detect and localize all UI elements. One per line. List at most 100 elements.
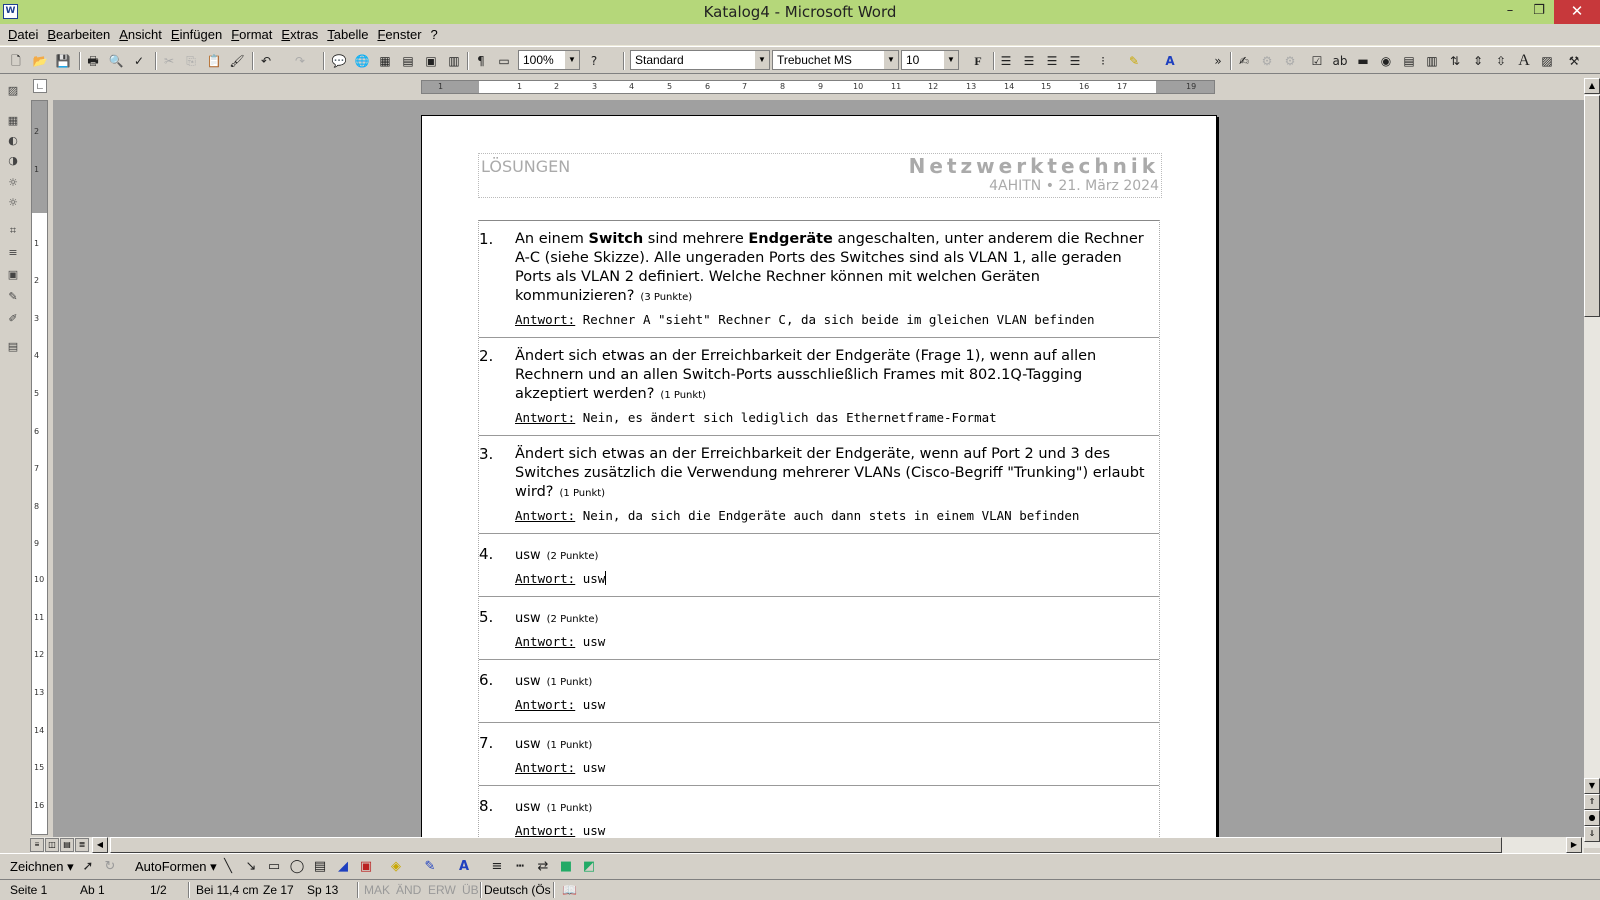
answer-line[interactable]: Antwort: Nein, es ändert sich lediglich …	[515, 409, 1155, 427]
answer-line[interactable]: Antwort: usw	[515, 633, 1155, 651]
label-control-icon[interactable]: A	[1514, 51, 1534, 71]
menu-einfuegen[interactable]: Einfügen	[171, 27, 222, 42]
scroll-up-button[interactable]: ▲	[1584, 78, 1600, 94]
answer-line[interactable]: Antwort: usw	[515, 759, 1155, 777]
scroll-down-button[interactable]: ▼	[1584, 778, 1600, 794]
more-buttons-icon[interactable]: »	[1208, 51, 1228, 71]
columns-icon[interactable]: ▥	[444, 51, 464, 71]
arrow-tool-icon[interactable]: ↘	[241, 857, 261, 877]
menu-help[interactable]: ?	[431, 27, 438, 42]
answer-text[interactable]: Rechner A "sieht" Rechner C, da sich bei…	[583, 312, 1095, 327]
next-page-button[interactable]: ⇓	[1584, 826, 1600, 842]
horizontal-scroll-thumb[interactable]	[110, 837, 1502, 853]
question-row[interactable]: 7. usw (1 Punkt) Antwort: usw	[479, 723, 1159, 786]
textfield-control-icon[interactable]: ab	[1330, 51, 1350, 71]
question-row[interactable]: 4. usw (2 Punkte) Antwort: usw	[479, 534, 1159, 597]
hyperlink-icon[interactable]: 🌐	[352, 51, 372, 71]
print-icon[interactable]: 🖶	[83, 51, 103, 71]
justify-icon[interactable]: ☰	[1065, 51, 1085, 71]
forms-design-icon[interactable]: ✍	[1234, 51, 1254, 71]
toolbar-options-icon[interactable]: ⚒	[1564, 51, 1584, 71]
copy-icon[interactable]: ⎘	[181, 51, 201, 71]
status-extend[interactable]: ERW	[428, 883, 456, 897]
question-text[interactable]: usw (1 Punkt)	[515, 798, 1155, 818]
menu-extras[interactable]: Extras	[281, 27, 318, 42]
question-text[interactable]: usw (2 Punkte)	[515, 546, 1155, 566]
scroll-right-button[interactable]: ▶	[1566, 837, 1582, 853]
align-left-icon[interactable]: ☰	[996, 51, 1016, 71]
forms-tool-icon[interactable]: ⚙	[1280, 51, 1300, 71]
bold-button[interactable]: F	[968, 51, 988, 71]
status-language[interactable]: Deutsch (Ös	[484, 883, 551, 897]
close-window-button[interactable]: ✕	[1554, 0, 1600, 24]
answer-line[interactable]: Antwort: usw	[515, 696, 1155, 714]
insert-picture-icon[interactable]: ▨	[4, 82, 22, 100]
question-row[interactable]: 3. Ändert sich etwas an der Erreichbarke…	[479, 436, 1159, 534]
menu-ansicht[interactable]: Ansicht	[119, 27, 162, 42]
vertical-ruler[interactable]: 2 1 1 2 3 4 5 6 7 8 9 10 11 12 13 14 15 …	[31, 100, 48, 835]
fill-color-icon[interactable]: ◈	[386, 857, 406, 877]
ellipse-tool-icon[interactable]: ◯	[287, 857, 307, 877]
question-row[interactable]: 8. usw (1 Punkt) Antwort: usw	[479, 786, 1159, 837]
zoom-select[interactable]: 100% ▼	[518, 50, 580, 70]
insert-excel-icon[interactable]: ▣	[421, 51, 441, 71]
help-icon[interactable]: ?	[584, 51, 604, 71]
vertical-scrollbar[interactable]: ▲ ▼ ⇑ ● ⇓	[1584, 78, 1600, 848]
dash-style-icon[interactable]: ┅	[510, 857, 530, 877]
forms-icon[interactable]: ⚙	[1257, 51, 1277, 71]
question-row[interactable]: 6. usw (1 Punkt) Antwort: usw	[479, 660, 1159, 723]
font-size-select[interactable]: 10 ▼	[901, 50, 959, 70]
line-control-icon[interactable]: ▬	[1353, 51, 1373, 71]
image-control-icon[interactable]: ▨	[1537, 51, 1557, 71]
answer-line[interactable]: Antwort: Rechner A "sieht" Rechner C, da…	[515, 311, 1155, 329]
image-control-icon[interactable]: ▦	[4, 112, 22, 130]
status-macro-record[interactable]: MAK	[364, 883, 390, 897]
arrow-style-icon[interactable]: ⇄	[533, 857, 553, 877]
insert-table-icon[interactable]: ▤	[398, 51, 418, 71]
questions-table[interactable]: 1. An einem Switch sind mehrere Endgerät…	[478, 220, 1160, 837]
answer-line[interactable]: Antwort: usw	[515, 570, 1155, 588]
question-row[interactable]: 1. An einem Switch sind mehrere Endgerät…	[479, 221, 1159, 338]
spelling-status-icon[interactable]: 📖	[562, 883, 577, 897]
minimize-button[interactable]: –	[1496, 0, 1524, 24]
tab-stop-selector[interactable]: ∟	[33, 79, 47, 93]
line-style-icon[interactable]: ≡	[487, 857, 507, 877]
status-track-changes[interactable]: ÄND	[396, 883, 421, 897]
spin-control-icon[interactable]: ⇳	[1491, 51, 1511, 71]
question-text[interactable]: Ändert sich etwas an der Erreichbarkeit …	[515, 347, 1155, 405]
question-text[interactable]: Ändert sich etwas an der Erreichbarkeit …	[515, 445, 1155, 503]
draw-menu-button[interactable]: Zeichnen ▾	[10, 857, 74, 877]
question-row[interactable]: 2. Ändert sich etwas an der Erreichbarke…	[479, 338, 1159, 436]
format-painter-icon[interactable]: 🖌	[227, 51, 247, 71]
answer-text[interactable]: usw	[583, 823, 606, 837]
print-layout-view-button[interactable]: ▤	[60, 838, 74, 852]
print-preview-icon[interactable]: 🔍	[106, 51, 126, 71]
scroll-control-icon[interactable]: ⇕	[1468, 51, 1488, 71]
horizontal-ruler[interactable]: 1 1 2 3 4 5 6 7 8 9 10 11 12 13 14 15 16…	[421, 80, 1215, 94]
question-text[interactable]: usw (1 Punkt)	[515, 735, 1155, 755]
answer-text[interactable]: usw	[583, 634, 606, 649]
answer-line[interactable]: Antwort: Nein, da sich die Endgeräte auc…	[515, 507, 1155, 525]
line-style-icon[interactable]: ≡	[4, 244, 22, 262]
new-document-icon[interactable]: 🗋	[6, 51, 26, 71]
question-text[interactable]: usw (2 Punkte)	[515, 609, 1155, 629]
text-wrapping-icon[interactable]: ▣	[4, 266, 22, 284]
style-select[interactable]: Standard ▼	[630, 50, 770, 70]
web-layout-view-button[interactable]: ◫	[45, 838, 59, 852]
menu-bearbeiten[interactable]: Bearbeiten	[47, 27, 110, 42]
align-center-icon[interactable]: ☰	[1019, 51, 1039, 71]
normal-view-button[interactable]: ≡	[30, 838, 44, 852]
clipart-icon[interactable]: ▣	[356, 857, 376, 877]
redo-icon[interactable]: ↷	[290, 51, 310, 71]
autoshapes-menu-button[interactable]: AutoFormen ▾	[135, 857, 217, 877]
outline-view-button[interactable]: ≣	[75, 838, 89, 852]
answer-text[interactable]: usw	[583, 760, 606, 775]
draw-font-color-icon[interactable]: A	[454, 857, 474, 877]
comment-icon[interactable]: 💬	[329, 51, 349, 71]
previous-page-button[interactable]: ⇑	[1584, 794, 1600, 810]
select-objects-icon[interactable]: ➚	[78, 857, 98, 877]
menu-datei[interactable]: Datei	[8, 27, 38, 42]
listbox-control-icon[interactable]: ▤	[1399, 51, 1419, 71]
line-color-icon[interactable]: ✎	[420, 857, 440, 877]
answer-text[interactable]: Nein, es ändert sich lediglich das Ether…	[583, 410, 997, 425]
